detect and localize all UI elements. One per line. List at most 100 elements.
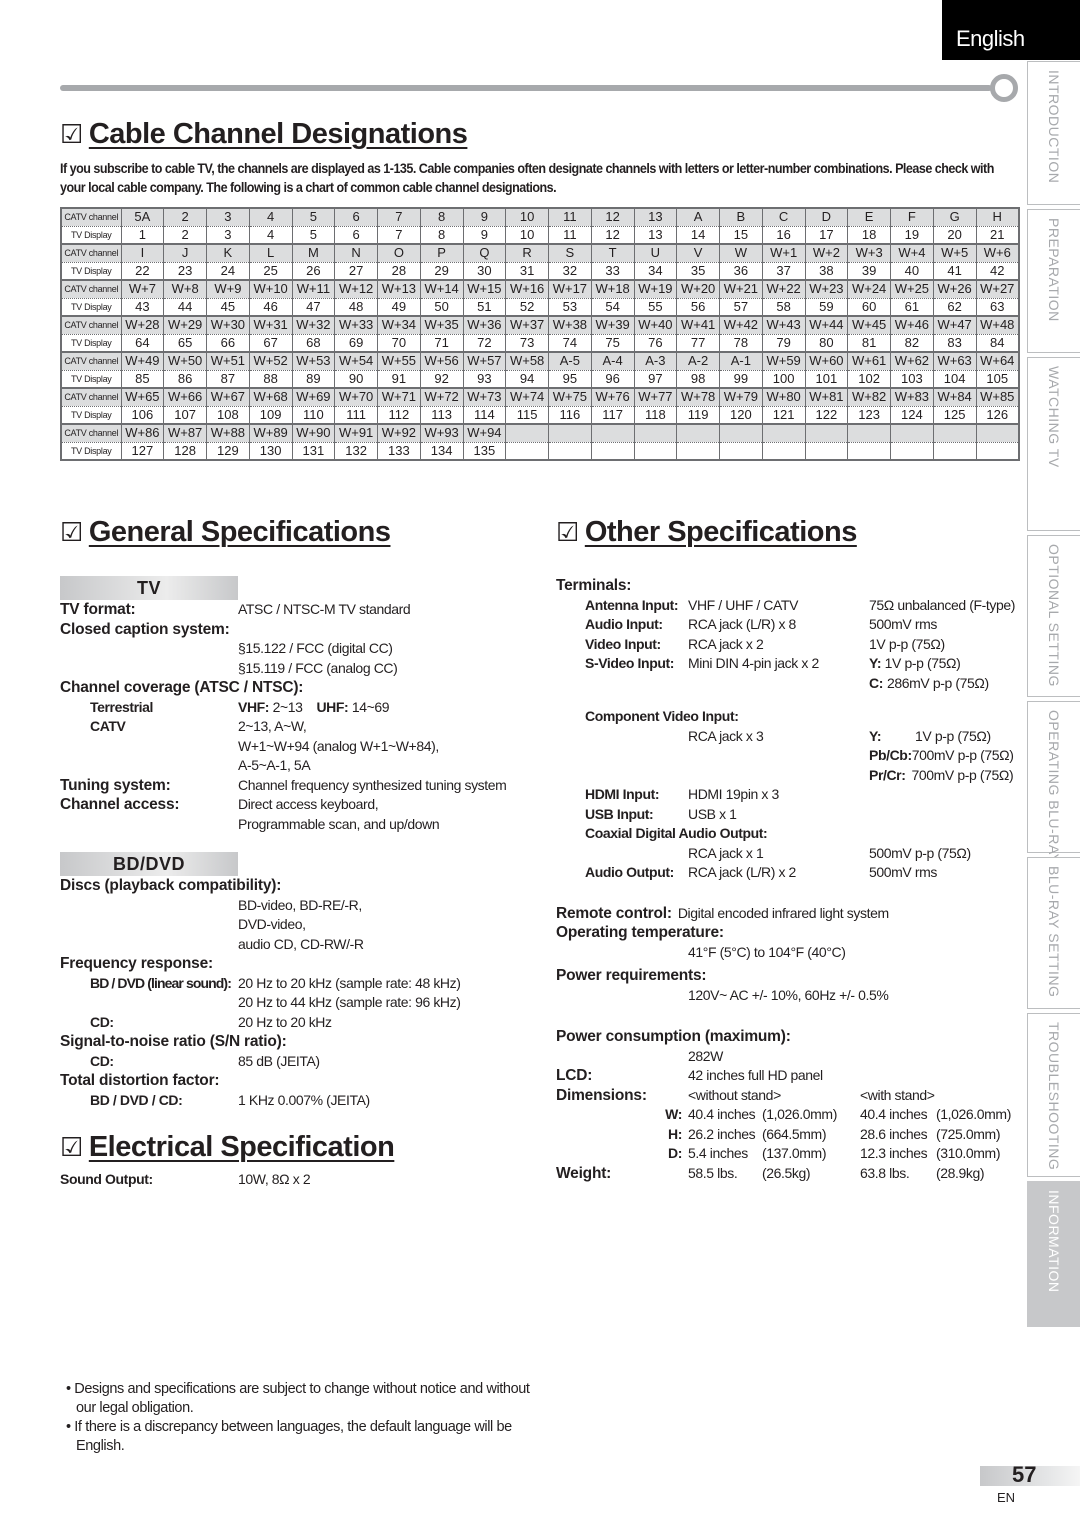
tv-display-cell: 120 (719, 406, 763, 424)
catv-channel-cell: G (932, 207, 977, 227)
spec-value: 700mV p-p (75Ω) (911, 766, 1014, 783)
catv-channel-cell: W+51 (206, 351, 250, 371)
tv-display-cell: 56 (676, 298, 720, 316)
catv-channel-cell: W+32 (291, 315, 336, 335)
catv-channel-cell: N (334, 243, 378, 263)
catv-channel-cell: W+8 (163, 279, 207, 299)
side-tab-troubleshooting[interactable]: TROUBLESHOOTING (1027, 1013, 1080, 1177)
tv-display-cell: 121 (761, 406, 806, 424)
tv-display-cell: 96 (590, 370, 635, 388)
tv-display-row: TV Display 85 86 87 88 89 90 91 92 93 94 95 96 97 98 99… (60, 370, 1020, 388)
general-title-text: General Specifications (88, 516, 391, 548)
tv-display-cell: 35 (676, 262, 720, 280)
spec-key: C: (869, 674, 883, 691)
side-tab-preparation[interactable]: PREPARATION (1027, 209, 1080, 353)
snr-row: CD: 85 dB (JEITA) (60, 1052, 530, 1072)
component-value-row: Pb/Cb: 700mV p-p (75Ω) (869, 746, 1014, 766)
catv-channel-cell: W+90 (291, 423, 336, 443)
tv-display-cell: 122 (804, 406, 849, 424)
catv-channel-cell: W+49 (120, 351, 165, 371)
catv-channel-cell: W+20 (676, 279, 720, 299)
catv-channel-cell: E (847, 207, 891, 227)
tv-display-cell: 55 (633, 298, 678, 316)
catv-channel-cell (804, 423, 849, 443)
tv-display-cell: 110 (291, 406, 336, 424)
catv-channel-cell: W+62 (890, 351, 934, 371)
catv-channel-cell: B (719, 207, 763, 227)
component-row: RCA jack x 3 Y: 1V p-p (75Ω) Pb/Cb: 700mV p… (556, 727, 1021, 786)
spec-value: 41°F (5°C) to 104°F (40°C) (688, 943, 846, 960)
spec-value: 20 Hz to 20 kHz (sample rate: 48 kHz) (238, 974, 461, 991)
side-tab-operating-blu-ray[interactable]: OPERATING BLU-RAY (1027, 701, 1080, 863)
catv-channel-cell: W+25 (890, 279, 934, 299)
dimensions-list: W: 40.4 inches (1,026.0mm) 40.4 inches (1,02… (556, 1105, 1021, 1164)
row-label: TV Display (60, 262, 122, 280)
tv-display-cell: 68 (291, 334, 336, 352)
tv-display-cell: 34 (633, 262, 678, 280)
thd-row: BD / DVD / CD: 1 KHz 0.007% (JEITA) (60, 1091, 530, 1111)
catv-channel-cell: W+43 (761, 315, 806, 335)
tv-display-cell (633, 442, 678, 460)
catv-channel-cell: W+19 (633, 279, 678, 299)
catv-channel-cell: W+73 (462, 387, 507, 407)
access-row: Channel access: Direct access keyboard, (60, 795, 530, 815)
spec-value: (1,026.0mm) (762, 1106, 837, 1122)
side-tab-label: INTRODUCTION (1046, 70, 1062, 184)
tv-display-cell: 70 (377, 334, 421, 352)
cable-intro-text: If you subscribe to cable TV, the channe… (60, 161, 994, 195)
tv-display-cell: 87 (206, 370, 250, 388)
side-tab-blu-ray-setting[interactable]: BLU-RAY SETTING (1027, 857, 1080, 1009)
tv-display-cell: 89 (291, 370, 336, 388)
catv-channel-row: CATV channel W+28 W+29 W+30 W+31 W+32 W+33 W+34… (60, 315, 1020, 335)
tv-display-cell: 44 (163, 298, 207, 316)
discs-header: Discs (playback compatibility): (60, 877, 282, 894)
spec-value: 40.4 inches (860, 1106, 928, 1122)
side-tab-optional-setting[interactable]: OPTIONAL SETTING (1027, 535, 1080, 697)
spec-value: 12.3 inches (860, 1145, 928, 1161)
catv-channel-cell: W+26 (932, 279, 977, 299)
cc-header: Closed caption system: (60, 620, 230, 638)
catv-channel-cell: W+92 (377, 423, 421, 443)
catv-channel-cell: W+15 (462, 279, 507, 299)
note-item: • If there is a discrepancy between lang… (66, 1419, 512, 1454)
spec-key: Tuning system: (60, 776, 171, 794)
tv-display-cell: 60 (847, 298, 891, 316)
tv-display-cell: 79 (761, 334, 806, 352)
spec-value: HDMI 19pin x 3 (688, 786, 779, 802)
side-tab-introduction[interactable]: INTRODUCTION (1027, 61, 1080, 205)
spec-key: CD: (90, 1013, 114, 1030)
catv-channel-cell: W+64 (975, 351, 1020, 371)
catv-channel-row: CATV channel W+49 W+50 W+51 W+52 W+53 W+54 W+55… (60, 351, 1020, 371)
other-title-text: Other Specifications (584, 516, 858, 548)
tv-display-cell: 12 (590, 226, 635, 244)
dimension-row: W: 40.4 inches (1,026.0mm) 40.4 inches (1,02… (556, 1105, 1021, 1125)
tv-display-cell: 98 (676, 370, 720, 388)
catv-channel-cell: W+38 (548, 315, 592, 335)
spec-key: Pr/Cr: (869, 766, 906, 783)
catv-channel-cell: W+10 (248, 279, 293, 299)
component-header: Component Video Input: (585, 708, 739, 724)
tv-display-row: TV Display 43 44 45 46 47 48 49 50 51 52 53 54 55 56 57… (60, 298, 1020, 316)
tv-display-cell (804, 442, 849, 460)
spec-value: §15.119 / FCC (analog CC) (238, 659, 398, 676)
catv-channel-cell: W+81 (804, 387, 849, 407)
catv-channel-cell: A-1 (719, 351, 763, 371)
tv-display-cell: 65 (163, 334, 207, 352)
spec-key: USB Input: (585, 805, 654, 822)
catv-channel-cell: W+77 (633, 387, 678, 407)
tv-display-cell: 124 (890, 406, 934, 424)
spec-key: Y: (869, 727, 882, 744)
tv-display-cell: 80 (804, 334, 849, 352)
catv-channel-cell: 9 (462, 207, 507, 227)
spec-value: RCA jack x 3 (688, 727, 764, 744)
side-tab-watching-tv[interactable]: WATCHING TV (1027, 357, 1080, 531)
catv-channel-cell: W+41 (676, 315, 720, 335)
terminals-header: Terminals: (556, 577, 632, 594)
spec-value: 42 inches full HD panel (688, 1067, 823, 1083)
side-tab-information[interactable]: INFORMATION (1027, 1181, 1080, 1327)
catv-channel-cell: 8 (419, 207, 464, 227)
catv-channel-cell: W+56 (419, 351, 464, 371)
catv-channel-cell: W+65 (120, 387, 165, 407)
spec-key: BD / DVD (linear sound): (90, 974, 232, 991)
spec-value: 10W, 8Ω x 2 (238, 1171, 311, 1187)
